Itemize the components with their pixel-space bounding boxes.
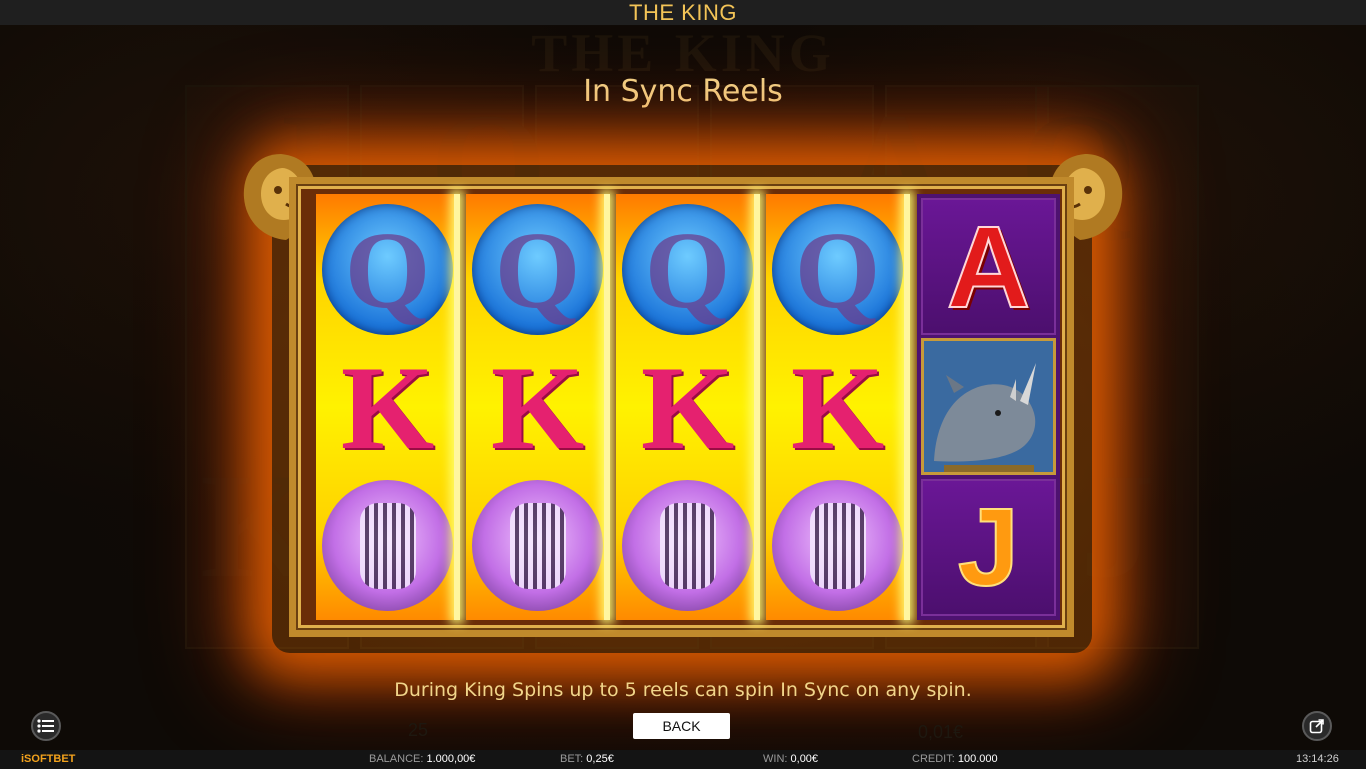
symbol-q: Q [322,204,453,335]
external-window-icon [1309,719,1324,734]
symbol-rhino [921,338,1056,475]
bet-display: BET: 0,25€ [560,753,614,765]
symbol-k: K [790,340,885,474]
reel-5: A J [917,194,1060,620]
sync-reel-3: Q K [616,194,759,620]
game-stage: THE KING THE KING J Q A Q K J In Sync Re… [0,0,1366,769]
symbol-k: K [490,340,585,474]
balance-display: BALANCE: 1.000,00€ [369,753,476,765]
background-ghost-value: 25 [408,720,429,740]
sync-reel-2: Q K [466,194,609,620]
reel-frame: Q K Q K Q K Q K A J [289,177,1074,637]
rhino-icon [924,341,1053,472]
popout-button[interactable] [1302,711,1332,741]
sync-reel-1: Q K [316,194,459,620]
reel-divider [904,194,910,620]
symbol-k: K [340,340,435,474]
background-ghost-value: 0,01€ [918,722,964,742]
symbol-zebra [322,480,453,611]
menu-button[interactable] [31,711,61,741]
menu-list-icon [37,719,54,733]
status-bar: iSOFTBET BALANCE: 1.000,00€ BET: 0,25€ W… [0,750,1366,769]
symbol-a: A [921,198,1056,335]
sync-reel-4: Q K [766,194,909,620]
symbol-q: Q [472,204,603,335]
info-heading: In Sync Reels [583,74,783,109]
info-description: During King Spins up to 5 reels can spin… [394,679,972,701]
symbol-j: J [921,479,1056,616]
symbol-q: Q [622,204,753,335]
provider-logo: iSOFTBET [21,753,76,765]
zebra-icon [509,502,566,589]
reel-divider [454,194,460,620]
back-button[interactable]: BACK [633,713,730,739]
win-display: WIN: 0,00€ [763,753,819,765]
zebra-icon [359,502,416,589]
reel-divider [754,194,760,620]
reel-divider [604,194,610,620]
symbol-zebra [772,480,903,611]
zebra-icon [809,502,866,589]
credit-display: CREDIT: 100.000 [912,753,998,765]
symbol-k: K [640,340,735,474]
symbol-q: Q [772,204,903,335]
symbol-zebra [622,480,753,611]
zebra-icon [659,502,716,589]
symbol-zebra [472,480,603,611]
clock: 13:14:26 [1296,753,1339,765]
